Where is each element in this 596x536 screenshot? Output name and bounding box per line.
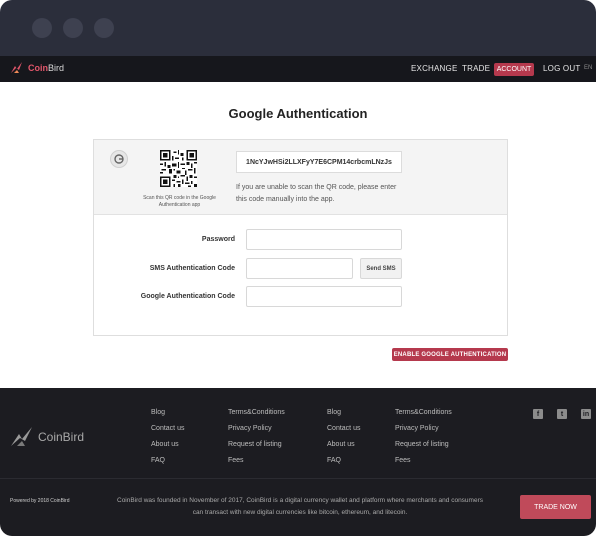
send-sms-button[interactable]: Send SMS (360, 258, 402, 279)
footer-brand-name: CoinBird (38, 430, 85, 444)
footer-about-text: CoinBird was founded in November of 2017… (117, 497, 483, 516)
google-authenticator-icon (110, 150, 128, 168)
window-minimize-button[interactable] (63, 18, 83, 38)
footer-link-privacy[interactable]: Privacy Policy (228, 425, 272, 432)
footer-link-privacy-2[interactable]: Privacy Policy (395, 425, 439, 432)
footer-divider (0, 478, 596, 479)
footer-link-terms[interactable]: Terms&Conditions (228, 409, 285, 416)
powered-by-text: Powered by 2018 CoinBird (10, 498, 70, 504)
auth-card: Scan this QR code in the Google Authenti… (93, 139, 508, 336)
qr-caption: Scan this QR code in the Google Authenti… (143, 195, 216, 208)
google-code-label: Google Authentication Code (140, 293, 235, 300)
footer-link-terms-2[interactable]: Terms&Conditions (395, 409, 452, 416)
twitter-icon[interactable]: t (557, 409, 567, 419)
footer-link-about-2[interactable]: About us (327, 441, 355, 448)
nav-trade-link[interactable]: TRADE (462, 64, 490, 73)
facebook-icon[interactable]: f (533, 409, 543, 419)
enable-google-auth-button[interactable]: ENABLE GOOGLE AUTHENTICATION (392, 348, 508, 361)
nav-account-link[interactable]: ACCOUNT (494, 63, 534, 76)
footer-link-blog-2[interactable]: Blog (327, 409, 341, 416)
footer: CoinBird Blog Contact us About us FAQ Te… (0, 388, 596, 536)
window-titlebar (0, 0, 596, 56)
brand-logo-link[interactable]: CoinBird (10, 61, 64, 75)
brand-name: CoinBird (28, 63, 65, 73)
footer-link-faq[interactable]: FAQ (151, 457, 165, 464)
sms-code-label: SMS Authentication Code (149, 265, 235, 272)
nav-logout-link[interactable]: LOG OUT (543, 64, 580, 73)
secret-code-field[interactable]: 1NcYJwHSi2LLXFyY7E6CPM14crbcmLNzJs (236, 151, 402, 173)
secret-help-text: If you are unable to scan the QR code, p… (236, 184, 397, 203)
trade-now-button[interactable]: TRADE NOW (520, 495, 591, 519)
password-input[interactable] (246, 229, 402, 250)
language-selector[interactable]: EN (584, 65, 592, 71)
footer-brand[interactable]: CoinBird (10, 426, 84, 448)
app-window: CoinBird EXCHANGE TRADE LOG OUT EN ACCOU… (0, 0, 596, 536)
nav-exchange-link[interactable]: EXCHANGE (411, 64, 458, 73)
footer-link-listing-2[interactable]: Request of listing (395, 441, 449, 448)
footer-bird-logo-icon (11, 427, 32, 446)
footer-link-faq-2[interactable]: FAQ (327, 457, 341, 464)
password-label: Password (201, 236, 235, 243)
footer-link-listing[interactable]: Request of listing (228, 441, 282, 448)
window-close-button[interactable] (32, 18, 52, 38)
footer-link-fees[interactable]: Fees (228, 457, 244, 464)
footer-link-blog[interactable]: Blog (151, 409, 165, 416)
qr-code-image (160, 150, 197, 187)
footer-link-contact[interactable]: Contact us (151, 425, 184, 432)
linkedin-icon[interactable]: in (581, 409, 591, 419)
page-title: Google Authentication (228, 106, 368, 121)
window-maximize-button[interactable] (94, 18, 114, 38)
sms-code-input[interactable] (246, 258, 353, 279)
google-code-input[interactable] (246, 286, 402, 307)
footer-link-about[interactable]: About us (151, 441, 179, 448)
bird-logo-icon (11, 62, 22, 73)
footer-link-fees-2[interactable]: Fees (395, 457, 411, 464)
footer-link-contact-2[interactable]: Contact us (327, 425, 360, 432)
qr-section: Scan this QR code in the Google Authenti… (94, 140, 507, 215)
